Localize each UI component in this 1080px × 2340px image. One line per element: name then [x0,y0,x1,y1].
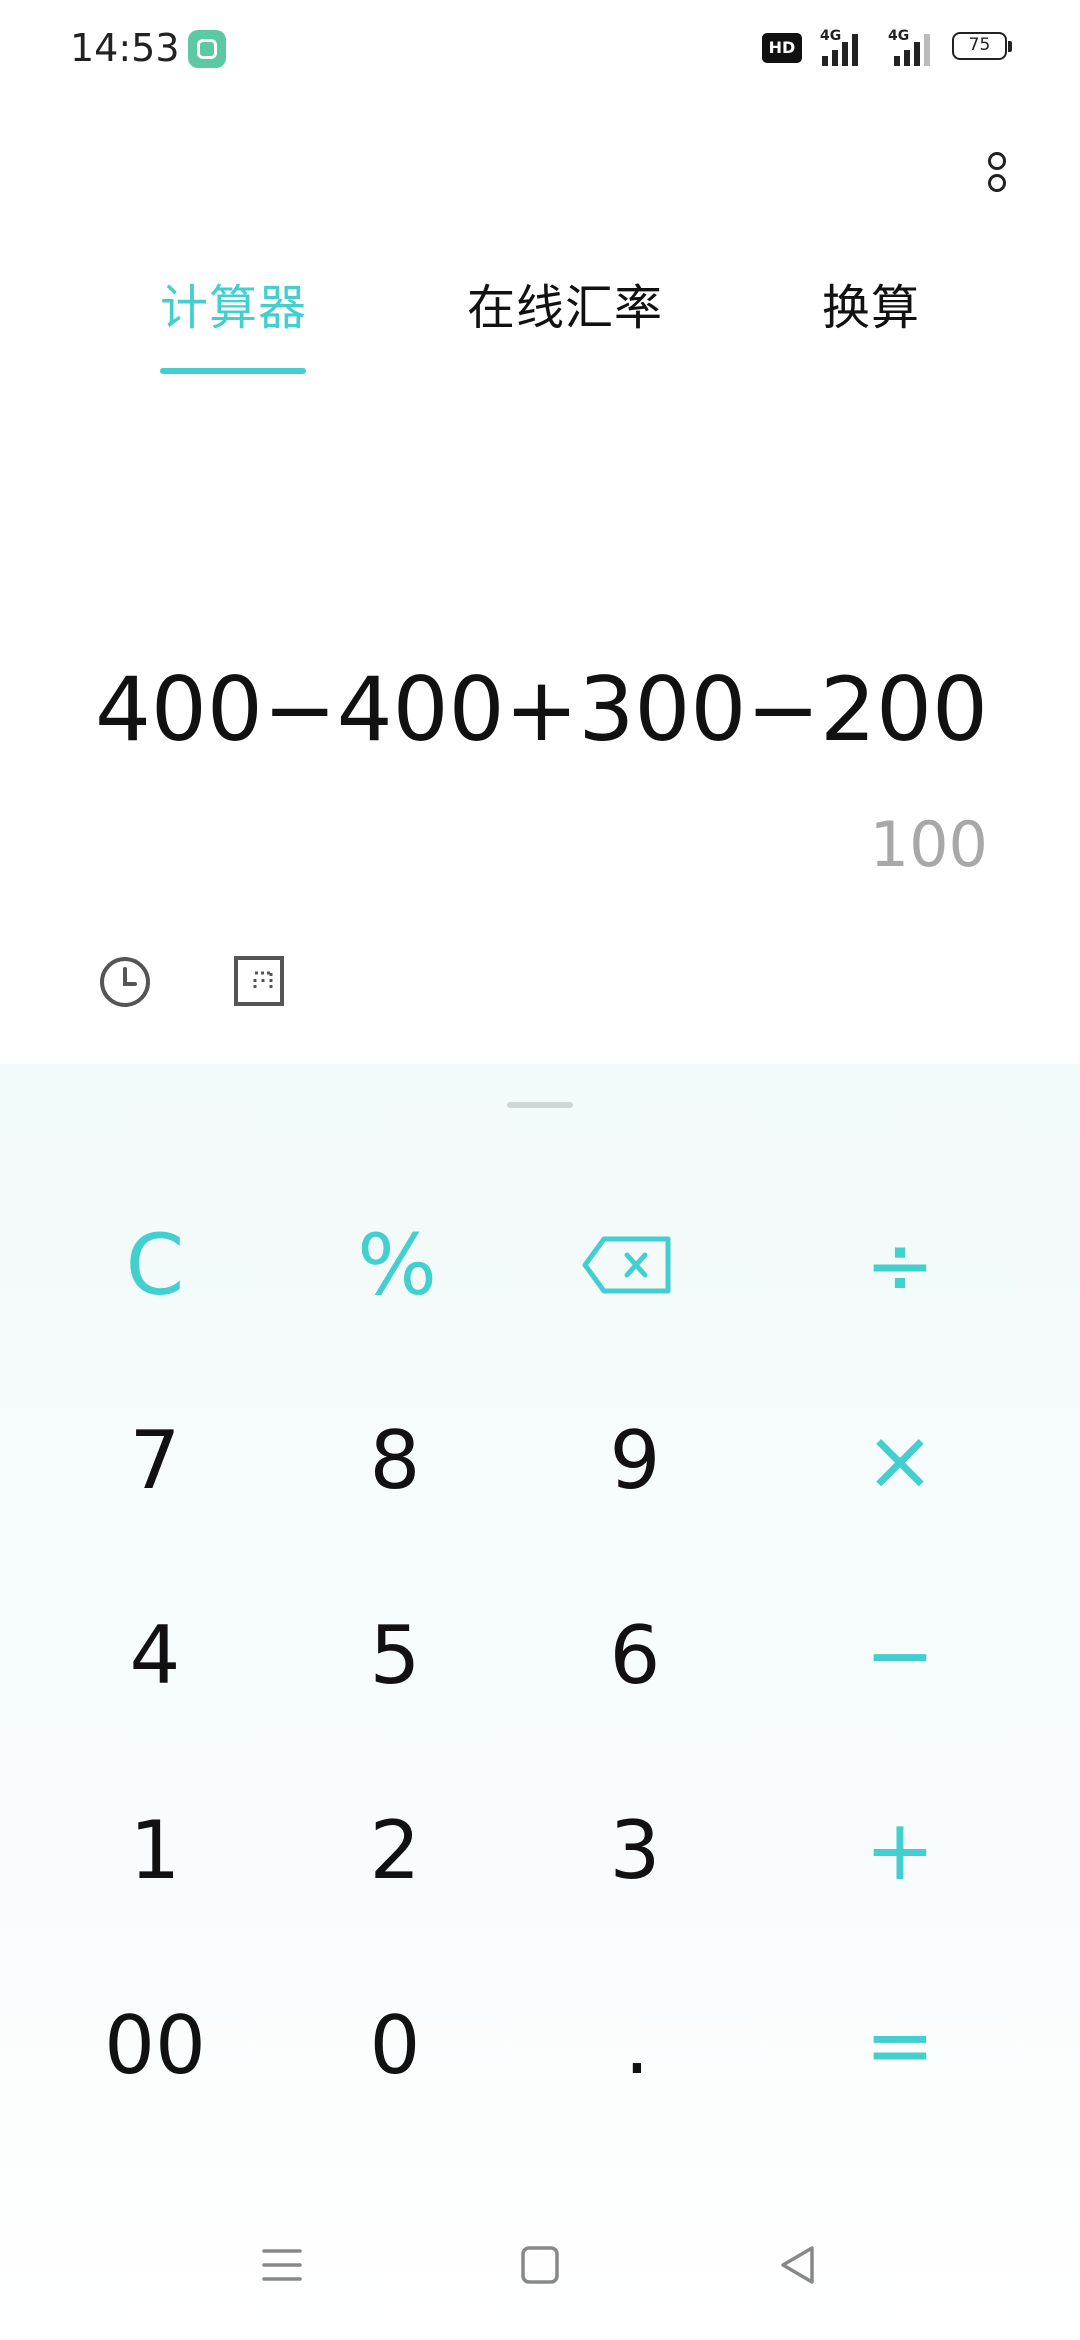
key-2[interactable]: 2 [315,1780,475,1920]
plus-button[interactable]: + [820,1780,980,1920]
scientific-mode-icon[interactable] [233,955,285,1007]
divide-button[interactable]: ÷ [820,1195,980,1335]
key-8[interactable]: 8 [315,1390,475,1530]
app-badge-icon [188,30,226,68]
decimal-point-button[interactable]: . [557,1975,717,2115]
clock-icon[interactable] [98,955,152,1009]
equals-button[interactable]: = [820,1975,980,2115]
tab-calculator[interactable]: 计算器 [160,272,307,344]
status-time: 14:53 [70,26,180,70]
active-tab-indicator [160,368,306,374]
battery-tip [1008,41,1012,52]
multiply-button[interactable]: × [820,1390,980,1530]
backspace-icon [582,1236,671,1294]
more-options-button[interactable] [980,142,1016,202]
drag-handle[interactable] [507,1102,573,1108]
key-7[interactable]: 7 [75,1390,235,1530]
key-9[interactable]: 9 [555,1390,715,1530]
signal-4g-icon-secondary: 4G [880,28,938,66]
home-square-icon[interactable] [520,2245,560,2285]
key-1[interactable]: 1 [75,1780,235,1920]
battery-indicator: 75 [952,32,1007,60]
percent-button[interactable]: % [317,1195,477,1335]
tab-online-exchange-rate[interactable]: 在线汇率 [467,272,663,344]
result-preview: 100 [869,808,988,881]
menu-lines-icon[interactable] [262,2245,302,2285]
key-3[interactable]: 3 [555,1780,715,1920]
key-6[interactable]: 6 [555,1585,715,1725]
more-vertical-icon [988,152,1006,170]
signal-4g-icon: 4G [820,28,862,66]
minus-button[interactable]: − [820,1585,980,1725]
key-4[interactable]: 4 [75,1585,235,1725]
clear-button[interactable]: C [75,1195,235,1335]
tab-conversion[interactable]: 换算 [822,272,920,344]
key-0[interactable]: 0 [315,1975,475,2115]
expression-display: 400−400+300−200 [94,658,988,761]
back-triangle-icon[interactable] [778,2245,818,2285]
backspace-button[interactable] [547,1195,707,1335]
key-5[interactable]: 5 [315,1585,475,1725]
key-00[interactable]: 00 [75,1975,235,2115]
hd-voice-icon: HD [762,33,802,63]
